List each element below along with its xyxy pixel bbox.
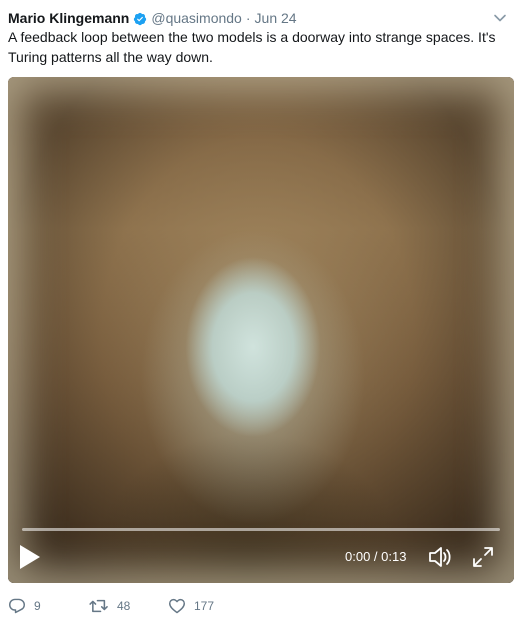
retweet-button[interactable]: 48 [89,598,164,614]
volume-muted-icon[interactable] [428,546,452,568]
like-count: 177 [194,599,215,613]
video-time: 0:00 / 0:13 [345,549,407,564]
heart-icon [169,598,185,614]
video-frame[interactable] [8,77,514,583]
author-handle[interactable]: @quasimondo [151,10,242,26]
tweet-date[interactable]: Jun 24 [255,10,297,26]
retweet-icon [89,599,108,613]
header-separator: · [245,10,251,26]
reply-count: 9 [34,599,41,613]
author-display-name[interactable]: Mario Klingemann [8,10,129,26]
fullscreen-icon[interactable] [472,546,494,568]
tweet: Mario Klingemann @quasimondo · Jun 24 A … [0,0,518,624]
reply-button[interactable]: 9 [8,598,68,614]
video-player[interactable]: 0:00 / 0:13 [8,77,514,583]
tweet-text: A feedback loop between the two models i… [8,29,496,65]
reply-icon [9,598,25,614]
tweet-header: Mario Klingemann @quasimondo · Jun 24 [8,8,297,28]
retweet-count: 48 [117,599,131,613]
video-progress-bar[interactable] [22,528,500,531]
chevron-down-icon[interactable] [492,10,508,26]
like-button[interactable]: 177 [168,598,214,614]
tweet-actions: 9 48 177 [8,596,214,616]
play-icon[interactable] [18,543,42,571]
verified-badge-icon [134,12,147,26]
